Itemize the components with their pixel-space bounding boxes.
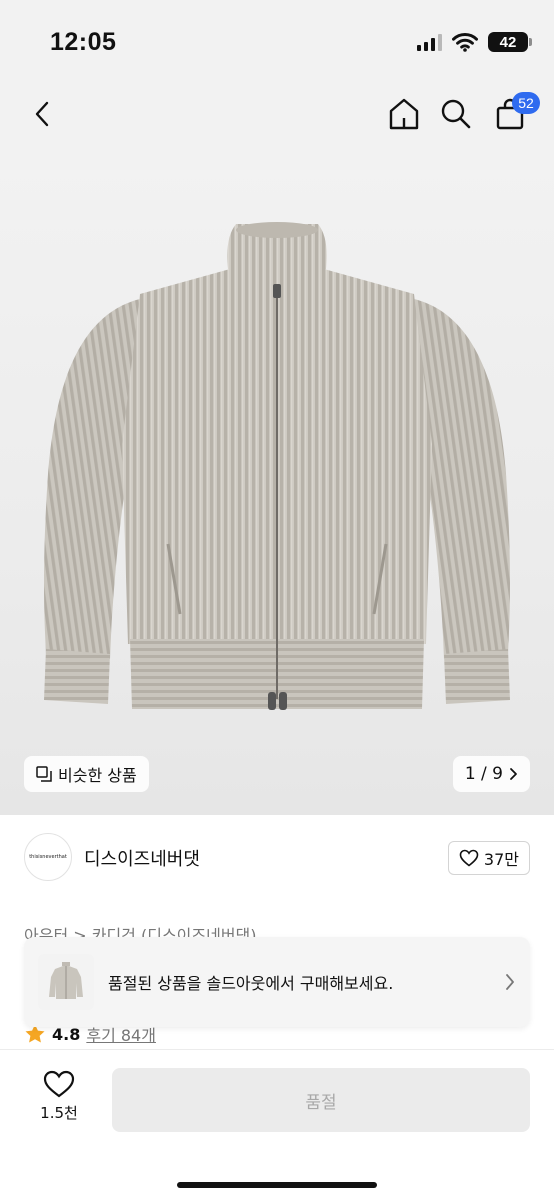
similar-products-label: 비슷한 상품 <box>58 766 137 785</box>
heart-icon <box>43 1070 75 1098</box>
wishlist-count: 1.5천 <box>40 1104 78 1122</box>
chevron-right-icon <box>510 768 517 780</box>
chevron-right-icon <box>506 974 514 990</box>
brand-like-button[interactable]: 37만 <box>447 841 530 875</box>
nav-bar: 52 <box>0 84 554 144</box>
battery-icon: 42 <box>488 32 532 52</box>
cart-button[interactable]: 52 <box>490 92 540 134</box>
wifi-icon <box>452 33 478 52</box>
status-icons: 42 <box>417 32 532 52</box>
rating-score: 4.8 <box>52 1024 81 1044</box>
similar-products-button[interactable]: 비슷한 상품 <box>24 756 149 792</box>
brand-like-count: 37만 <box>483 850 519 869</box>
knit-cardigan-image <box>44 222 510 710</box>
brand-logo-text: thisisneverthat <box>29 854 67 860</box>
banner-product-thumbnail <box>38 954 94 1010</box>
bottom-action-bar: 1.5천 품절 <box>0 1049 554 1200</box>
soldout-banner[interactable]: 품절된 상품을 솔드아웃에서 구매해보세요. <box>24 937 530 1027</box>
cart-count-badge: 52 <box>512 92 540 114</box>
status-bar: 12:05 42 <box>0 0 554 84</box>
battery-level: 42 <box>499 33 517 51</box>
page-indicator-text: 1 / 9 <box>464 764 503 784</box>
heart-icon <box>459 849 479 867</box>
search-button[interactable] <box>436 94 476 134</box>
home-icon <box>389 98 419 130</box>
back-icon <box>35 101 49 127</box>
image-page-indicator[interactable]: 1 / 9 <box>452 756 530 792</box>
wishlist-button[interactable]: 1.5천 <box>26 1070 92 1134</box>
home-indicator <box>177 1182 377 1188</box>
status-time: 12:05 <box>50 28 117 56</box>
copy-icon <box>36 766 52 782</box>
brand-row: thisisneverthat 디스이즈네버댓 37만 <box>0 815 554 903</box>
soldout-button[interactable]: 품절 <box>112 1068 530 1132</box>
brand-name[interactable]: 디스이즈네버댓 <box>84 845 200 871</box>
search-icon <box>441 99 471 129</box>
product-image[interactable]: 비슷한 상품 1 / 9 <box>0 144 554 815</box>
back-button[interactable] <box>22 94 62 134</box>
banner-text: 품절된 상품을 솔드아웃에서 구매해보세요. <box>108 974 394 993</box>
home-button[interactable] <box>384 94 424 134</box>
brand-logo[interactable]: thisisneverthat <box>24 833 72 881</box>
cardigan-thumbnail-image <box>49 962 83 999</box>
cellular-signal-icon <box>417 33 442 51</box>
banner-chevron <box>490 973 530 991</box>
